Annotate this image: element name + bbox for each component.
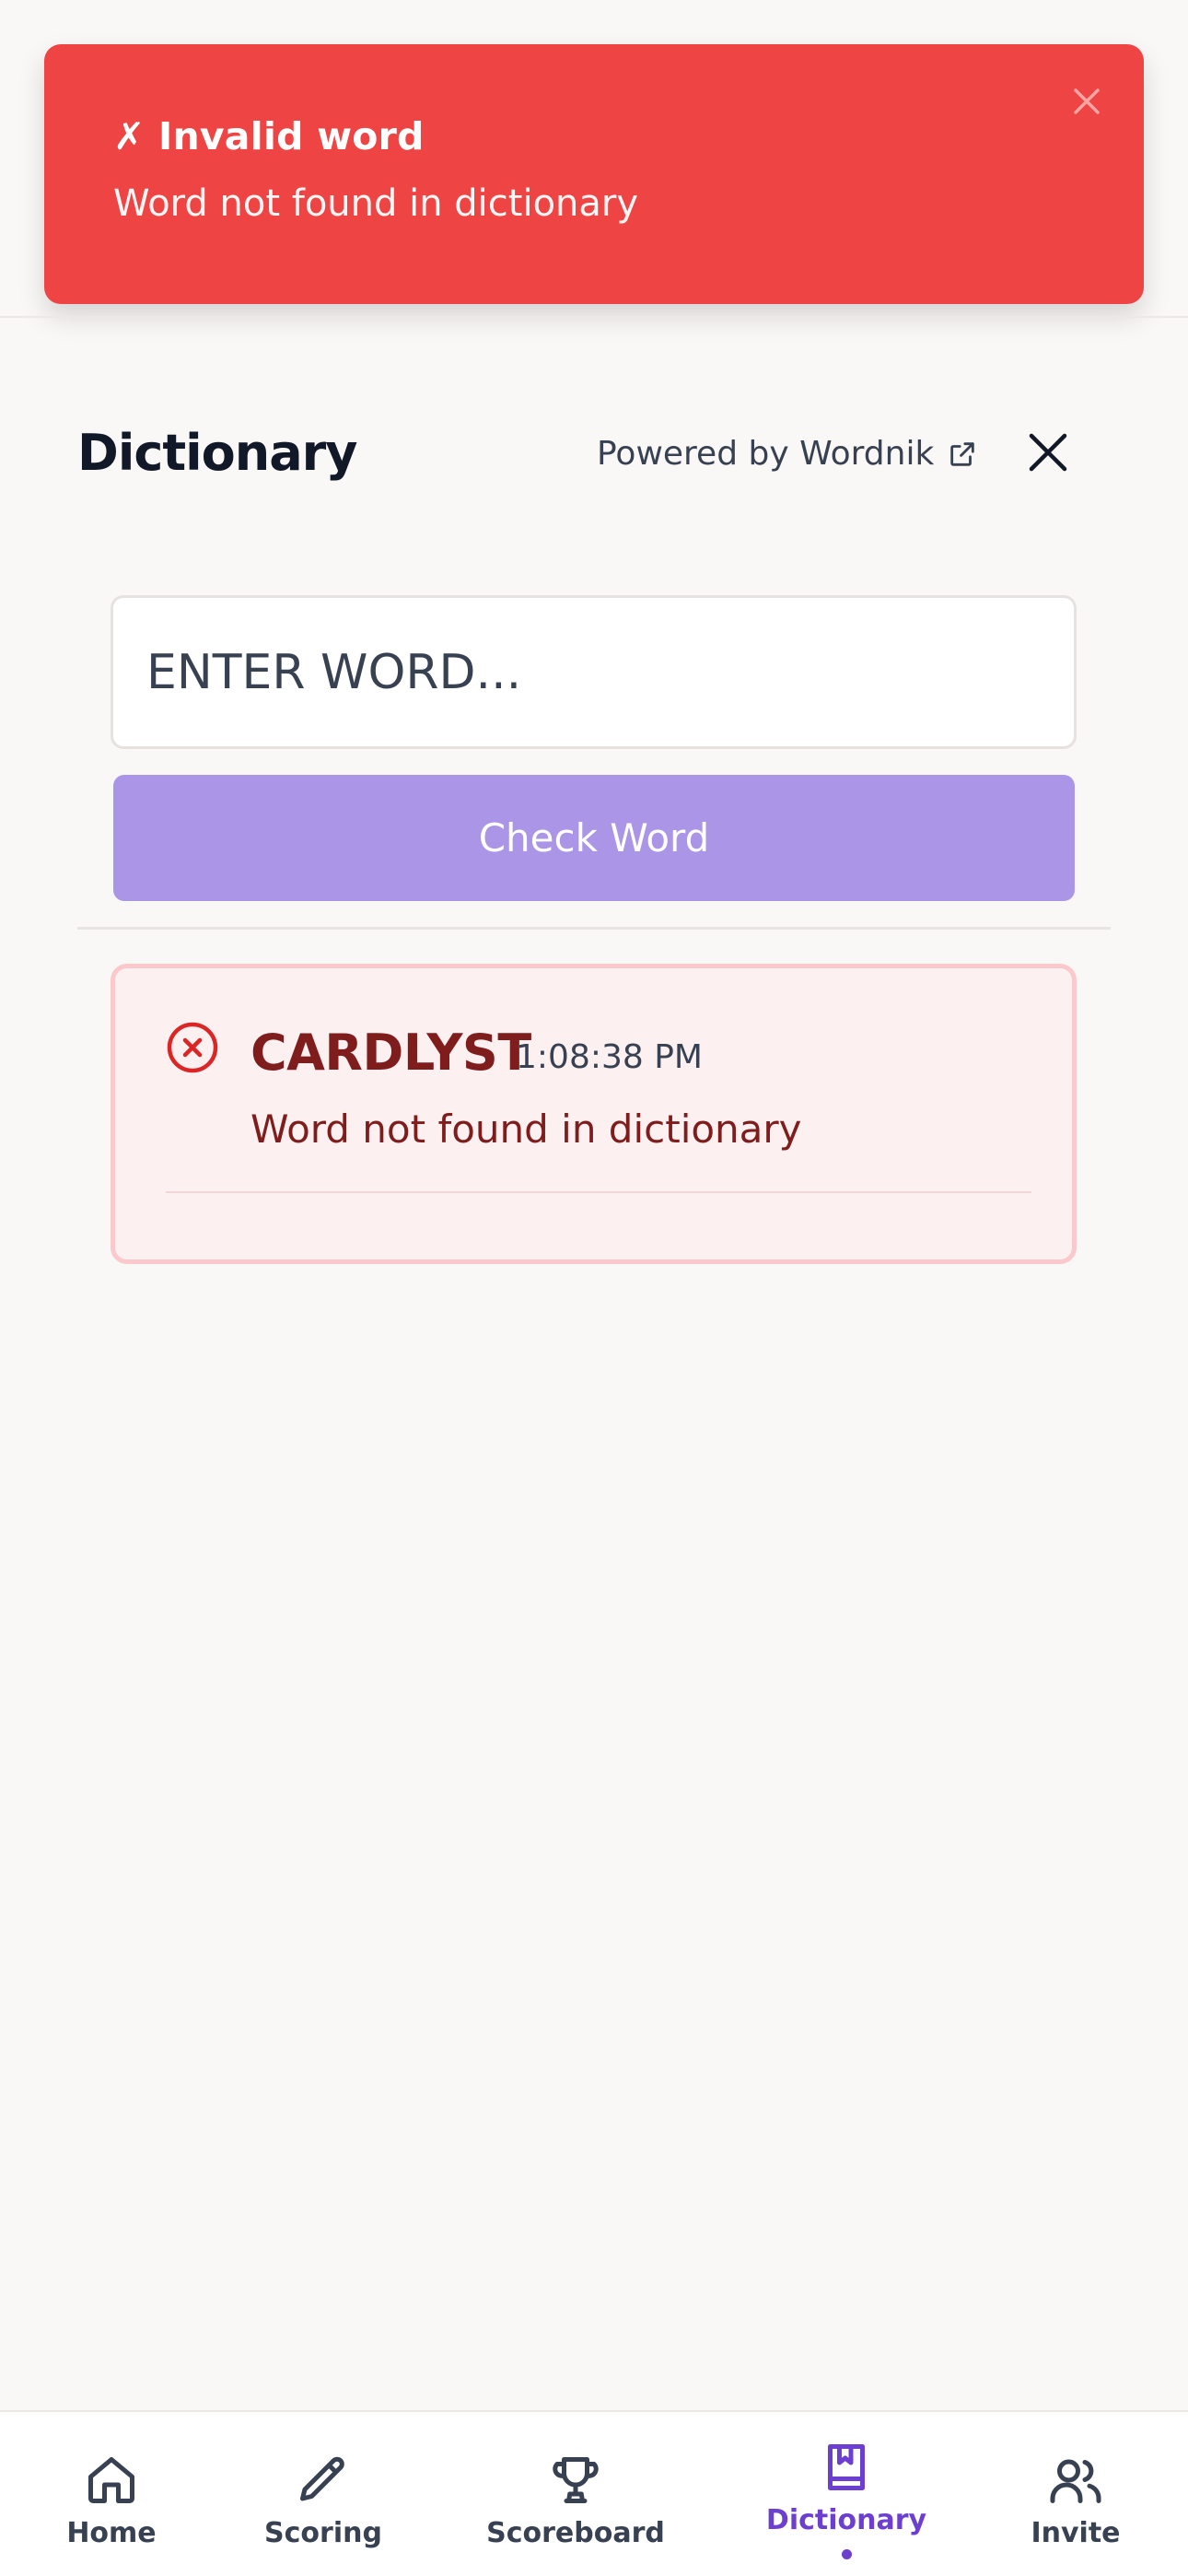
divider <box>0 316 1188 318</box>
nav-label-invite: Invite <box>1031 2517 1121 2549</box>
page-title: Dictionary <box>77 424 357 482</box>
book-icon <box>828 2444 865 2490</box>
nav-label-scoreboard: Scoreboard <box>486 2517 665 2549</box>
nav-dictionary[interactable]: Dictionary <box>765 2412 927 2576</box>
close-dictionary-button[interactable] <box>1024 428 1072 476</box>
powered-by-label: Powered by Wordnik <box>597 435 935 473</box>
close-icon[interactable] <box>1068 83 1105 120</box>
active-indicator <box>841 2549 852 2559</box>
external-link-icon <box>950 441 975 466</box>
toast-message: Word not found in dictionary <box>113 182 639 225</box>
result-word: CARDLYST <box>250 1024 531 1082</box>
result-card: CARDLYST 1:08:38 PM Word not found in di… <box>111 964 1077 1264</box>
home-icon <box>88 2457 134 2503</box>
nav-scoring[interactable]: Scoring <box>263 2412 383 2576</box>
trophy-icon <box>553 2457 599 2503</box>
nav-label-dictionary: Dictionary <box>765 2504 927 2536</box>
nav-home[interactable]: Home <box>61 2412 162 2576</box>
x-circle-icon <box>167 1022 218 1073</box>
bottom-nav: Home Scoring Scoreboard Dictionary Invit… <box>0 2410 1188 2576</box>
result-message: Word not found in dictionary <box>250 1107 802 1152</box>
powered-by-wordnik-link[interactable]: Powered by Wordnik <box>597 435 978 473</box>
check-word-button[interactable]: Check Word <box>113 775 1075 901</box>
nav-label-home: Home <box>66 2517 157 2549</box>
nav-invite[interactable]: Invite <box>1030 2412 1122 2576</box>
word-input[interactable] <box>111 595 1077 749</box>
divider <box>166 1191 1031 1193</box>
result-time: 1:08:38 PM <box>516 1038 703 1076</box>
toast-title: ✗ Invalid word <box>113 114 425 158</box>
divider <box>77 927 1111 930</box>
nav-label-scoring: Scoring <box>264 2517 382 2549</box>
users-icon <box>1050 2459 1101 2503</box>
dictionary-screen: ✗ Invalid word Word not found in diction… <box>0 0 1188 2576</box>
nav-scoreboard[interactable]: Scoreboard <box>486 2412 665 2576</box>
pencil-icon <box>300 2456 344 2501</box>
error-toast: ✗ Invalid word Word not found in diction… <box>44 44 1144 304</box>
